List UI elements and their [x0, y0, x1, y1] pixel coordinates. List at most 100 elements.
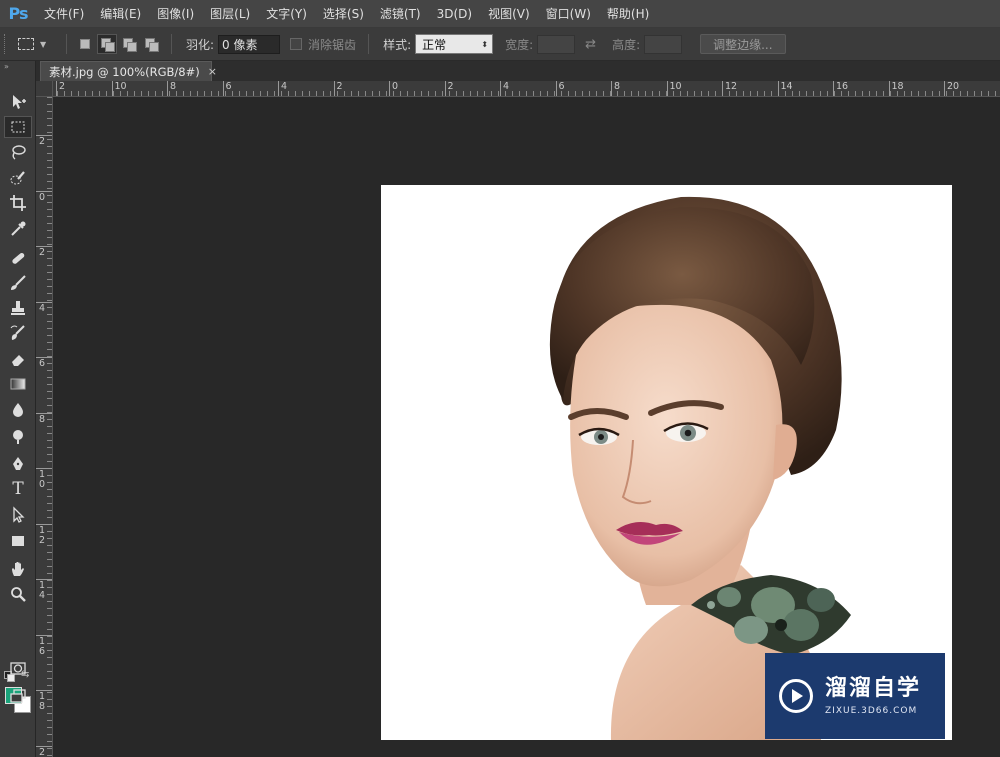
- ruler-label: 2: [59, 81, 66, 92]
- eraser-tool[interactable]: [4, 348, 32, 370]
- rect-marquee-tool[interactable]: [4, 116, 32, 138]
- eraser-icon: [12, 355, 24, 366]
- menu-layer[interactable]: 图层(L): [202, 0, 258, 28]
- healing-brush-tool[interactable]: [4, 247, 32, 269]
- close-icon[interactable]: ×: [208, 65, 217, 78]
- hand-tool[interactable]: [4, 558, 32, 580]
- history-brush-icon: [10, 325, 25, 340]
- subtract-selection-icon: [123, 38, 137, 52]
- toolbar-collapse[interactable]: »: [0, 61, 35, 73]
- ruler-major-tick: [56, 81, 57, 96]
- eyedropper-tool[interactable]: [4, 218, 32, 240]
- menu-window[interactable]: 窗口(W): [538, 0, 599, 28]
- style-select-value: 正常: [422, 37, 447, 52]
- clone-stamp-tool[interactable]: [4, 297, 32, 319]
- menu-view[interactable]: 视图(V): [480, 0, 538, 28]
- subtract-selection-button[interactable]: [119, 34, 139, 54]
- new-selection-button[interactable]: [75, 34, 95, 54]
- ruler-label: 10: [669, 81, 682, 92]
- ruler-label: 1 2: [39, 524, 46, 546]
- tool-preset-picker[interactable]: ▼: [18, 38, 58, 50]
- rectangle-tool[interactable]: [4, 530, 32, 552]
- refine-edge-button[interactable]: 调整边缘...: [700, 34, 786, 54]
- ruler-label: 4: [281, 81, 288, 92]
- ruler-label: 8: [614, 81, 621, 92]
- ruler-label: 0: [39, 191, 46, 203]
- rect-marquee-icon: [11, 121, 25, 133]
- intersect-selection-button[interactable]: [141, 34, 161, 54]
- feather-input[interactable]: [218, 34, 281, 54]
- zoom-icon: [11, 587, 26, 602]
- type-tool[interactable]: T: [4, 478, 32, 500]
- screen-mode-button[interactable]: [4, 685, 32, 707]
- brush-tool[interactable]: [4, 272, 32, 294]
- menu-file[interactable]: 文件(F): [36, 0, 92, 28]
- ruler-major-tick: [500, 81, 501, 96]
- add-selection-icon: [101, 38, 115, 52]
- stamp-icon: [11, 301, 25, 315]
- ruler-major-tick: [167, 81, 168, 96]
- ruler-major-tick: [666, 81, 668, 96]
- horizontal-ruler[interactable]: 2108642024681012141618202: [36, 81, 1000, 97]
- ruler-origin[interactable]: [36, 81, 53, 97]
- ruler-major-tick: [222, 81, 224, 96]
- width-input[interactable]: [537, 34, 576, 54]
- ruler-major-tick: [444, 81, 446, 96]
- pen-tool[interactable]: [4, 453, 32, 475]
- ruler-major-tick: [888, 81, 890, 96]
- dodge-icon: [13, 430, 23, 444]
- menu-filter[interactable]: 滤镜(T): [372, 0, 429, 28]
- menu-select[interactable]: 选择(S): [315, 0, 372, 28]
- dodge-tool[interactable]: [4, 425, 32, 447]
- zoom-tool[interactable]: [4, 583, 32, 605]
- crop-tool[interactable]: [4, 192, 32, 214]
- ruler-major-tick: [111, 81, 113, 96]
- ruler-label: 20: [947, 81, 960, 92]
- vertical-ruler[interactable]: 2 0 2 4 6 8 1 0 1 2 1 4 1 6 1 8 2: [36, 97, 53, 757]
- eyedropper-icon: [11, 221, 26, 236]
- add-selection-button[interactable]: [97, 34, 117, 54]
- quick-select-tool[interactable]: [4, 167, 32, 189]
- ruler-major-tick: [389, 81, 390, 96]
- height-input[interactable]: [644, 34, 683, 54]
- history-brush-tool[interactable]: [4, 322, 32, 344]
- antialias-label: 消除锯齿: [308, 37, 357, 52]
- blur-tool[interactable]: [4, 399, 32, 421]
- path-select-tool[interactable]: [4, 504, 32, 526]
- document-tab[interactable]: 素材.jpg @ 100%(RGB/8#) ×: [40, 61, 217, 81]
- menu-3d[interactable]: 3D(D): [429, 0, 480, 28]
- ruler-label: 8: [170, 81, 177, 92]
- lasso-tool[interactable]: [4, 141, 32, 163]
- gradient-tool[interactable]: [4, 373, 32, 395]
- watermark: 溜溜自学 ZIXUE.3D66.COM: [765, 653, 945, 739]
- square-icon: [80, 39, 90, 49]
- ruler-label: 10: [114, 81, 127, 92]
- ruler-label: 4: [503, 81, 510, 92]
- rect-marquee-icon: [18, 38, 34, 50]
- chevron-down-icon: ▼: [40, 39, 47, 49]
- ruler-major-tick: [611, 81, 612, 96]
- antialias-checkbox[interactable]: [290, 38, 303, 50]
- divider: [368, 34, 370, 54]
- swap-dimensions-icon[interactable]: ⇄: [585, 37, 596, 52]
- ruler-major-tick: [944, 81, 945, 96]
- updown-arrow-icon: ⬍: [481, 39, 489, 49]
- ruler-label: 6: [225, 81, 232, 92]
- menu-type[interactable]: 文字(Y): [258, 0, 315, 28]
- menu-edit[interactable]: 编辑(E): [92, 0, 149, 28]
- style-select[interactable]: 正常 ⬍: [415, 34, 494, 54]
- document-tab-title: 素材.jpg @ 100%(RGB/8#): [49, 64, 200, 79]
- ruler-major-tick: [555, 81, 557, 96]
- width-label: 宽度:: [505, 37, 534, 52]
- path-select-icon: [13, 506, 25, 523]
- ruler-label: 6: [558, 81, 565, 92]
- quick-mask-button[interactable]: [4, 657, 32, 679]
- ruler-major-tick: [278, 81, 279, 96]
- move-tool[interactable]: [4, 91, 32, 113]
- menu-help[interactable]: 帮助(H): [599, 0, 657, 28]
- options-grip[interactable]: [4, 34, 12, 54]
- menu-image[interactable]: 图像(I): [149, 0, 202, 28]
- ruler-label: 2: [39, 136, 46, 147]
- ruler-major-tick: [777, 81, 779, 96]
- pen-icon: [13, 457, 23, 470]
